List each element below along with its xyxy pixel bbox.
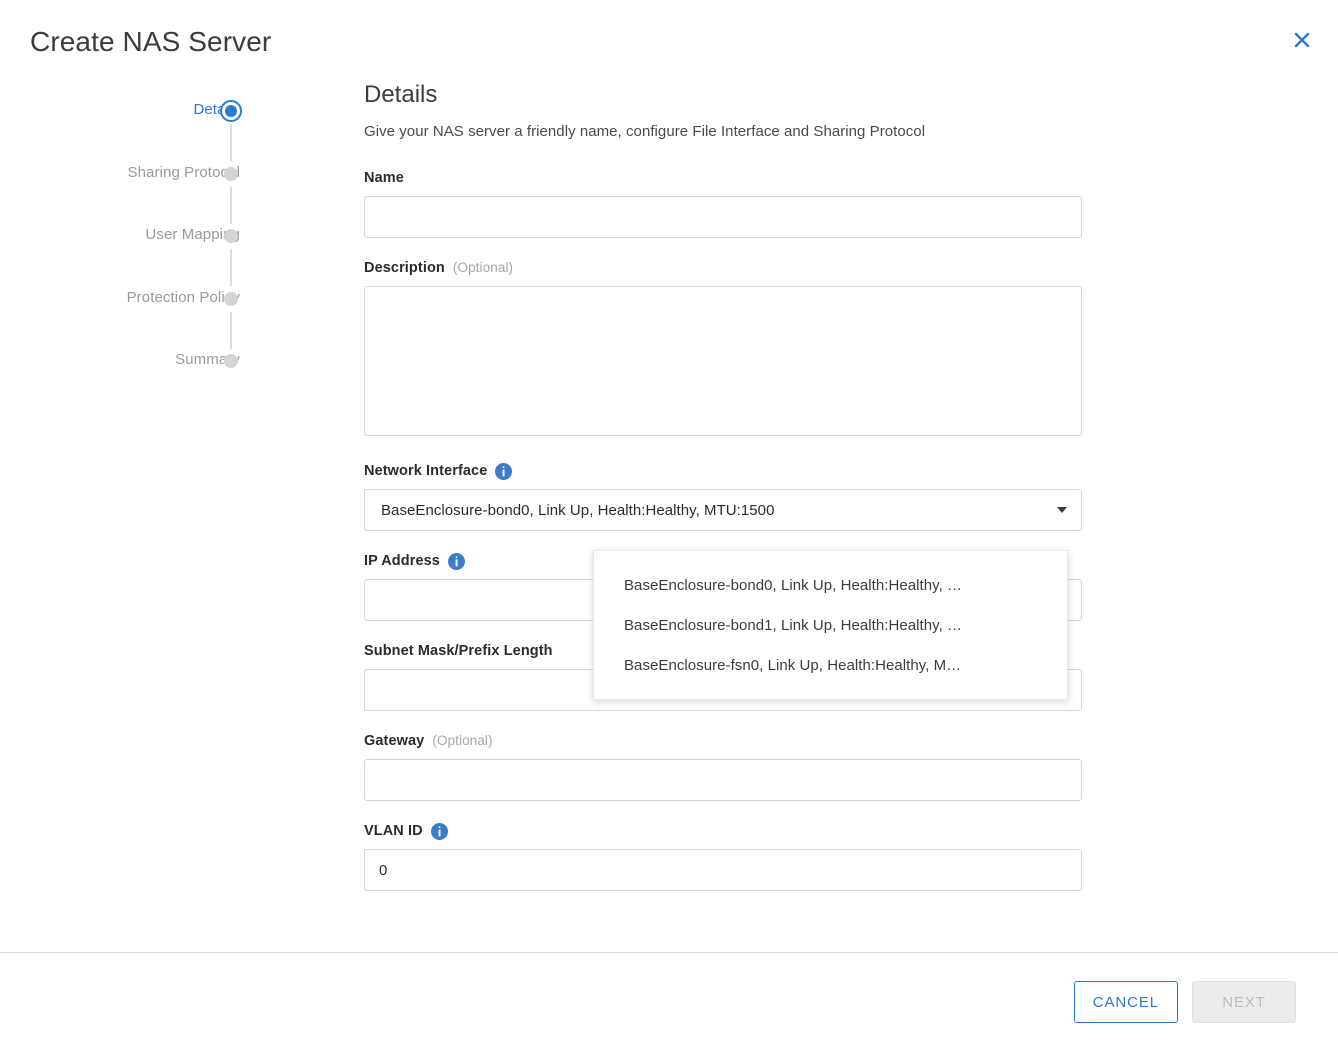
info-icon[interactable] xyxy=(447,552,465,570)
field-gateway: Gateway (Optional) xyxy=(364,731,1084,801)
network-interface-dropdown: BaseEnclosure-bond0, Link Up, Health:Hea… xyxy=(593,550,1068,700)
dropdown-option[interactable]: BaseEnclosure-fsn0, Link Up, Health:Heal… xyxy=(594,645,1067,685)
label-text: Name xyxy=(364,170,404,186)
label-network-interface: Network Interface xyxy=(364,461,1084,481)
stepper-item-summary[interactable]: Summary xyxy=(0,350,260,413)
close-x-glyph xyxy=(1294,32,1310,48)
dropdown-option[interactable]: BaseEnclosure-bond0, Link Up, Health:Hea… xyxy=(594,565,1067,605)
stepper-connector xyxy=(230,124,232,161)
field-network-interface: Network Interface BaseEnclosure-bond0, L… xyxy=(364,461,1084,531)
label-text: Subnet Mask/Prefix Length xyxy=(364,643,553,659)
label-text: Network Interface xyxy=(364,463,488,479)
stepper-item-details[interactable]: Details xyxy=(0,100,260,163)
close-icon[interactable] xyxy=(1288,26,1316,54)
info-icon[interactable] xyxy=(495,462,513,480)
details-panel: Details Give your NAS server a friendly … xyxy=(364,80,1084,911)
optional-tag: (Optional) xyxy=(452,260,514,275)
field-name: Name xyxy=(364,168,1084,238)
label-vlan-id: VLAN ID xyxy=(364,821,1084,841)
next-button[interactable]: NEXT xyxy=(1192,981,1296,1023)
stepper-item-user-mapping[interactable]: User Mapping xyxy=(0,225,260,288)
stepper-connector xyxy=(230,186,232,224)
dialog-footer: CANCEL NEXT xyxy=(0,953,1338,1051)
info-circle-glyph xyxy=(430,822,448,840)
label-text: Description xyxy=(364,260,445,276)
panel-subtitle: Give your NAS server a friendly name, co… xyxy=(364,123,926,140)
label-text: Gateway xyxy=(364,733,425,749)
network-interface-select[interactable]: BaseEnclosure-bond0, Link Up, Health:Hea… xyxy=(364,489,1082,531)
label-text: IP Address xyxy=(364,553,440,569)
label-name: Name xyxy=(364,168,1084,188)
gateway-input[interactable] xyxy=(364,759,1082,801)
description-textarea[interactable] xyxy=(364,286,1082,436)
info-icon[interactable] xyxy=(430,822,448,840)
name-input[interactable] xyxy=(364,196,1082,238)
stepper-dot-summary xyxy=(220,350,242,372)
stepper-connector xyxy=(230,249,232,286)
stepper-dot-sharing-protocol xyxy=(220,163,242,185)
vlan-id-input[interactable] xyxy=(364,849,1082,891)
dialog-title: Create NAS Server xyxy=(30,26,272,57)
dropdown-option[interactable]: BaseEnclosure-bond1, Link Up, Health:Hea… xyxy=(594,605,1067,645)
stepper-dot-protection-policy xyxy=(220,288,242,310)
label-text: VLAN ID xyxy=(364,823,423,839)
stepper-dot-user-mapping xyxy=(220,225,242,247)
cancel-button[interactable]: CANCEL xyxy=(1073,981,1178,1023)
stepper-connector xyxy=(230,311,232,349)
chevron-down-icon xyxy=(1057,507,1067,513)
field-description: Description (Optional) xyxy=(364,258,1084,441)
wizard-stepper: Details Sharing Protocol User Mapping Pr… xyxy=(0,100,260,413)
stepper-item-protection-policy[interactable]: Protection Policy xyxy=(0,288,260,351)
network-interface-selected-value: BaseEnclosure-bond0, Link Up, Health:Hea… xyxy=(381,501,775,519)
optional-tag: (Optional) xyxy=(432,733,493,748)
label-gateway: Gateway (Optional) xyxy=(364,731,1084,751)
info-circle-glyph xyxy=(495,462,513,480)
panel-title: Details xyxy=(364,81,438,108)
stepper-item-sharing-protocol[interactable]: Sharing Protocol xyxy=(0,163,260,226)
create-nas-server-dialog: Create NAS Server Details Sharing Protoc… xyxy=(0,0,1338,1051)
field-vlan-id: VLAN ID xyxy=(364,821,1084,891)
label-description: Description (Optional) xyxy=(364,258,1084,278)
info-circle-glyph xyxy=(447,552,465,570)
stepper-dot-details xyxy=(220,100,242,122)
